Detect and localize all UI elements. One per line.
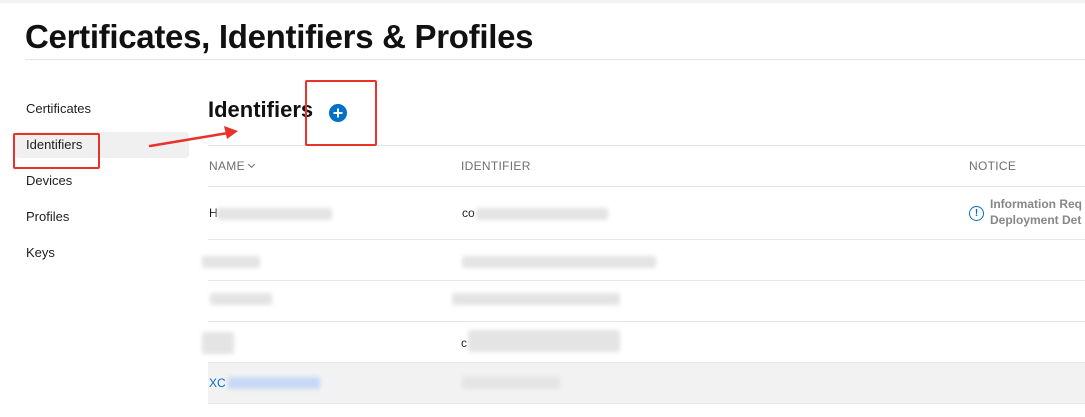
row-identifier: c [461, 336, 467, 350]
table-row[interactable] [208, 281, 1085, 322]
redacted-identifier [462, 377, 560, 389]
column-header-name[interactable]: NAME [209, 159, 255, 173]
annotation-box-add-button [305, 80, 377, 146]
redacted-name [228, 377, 320, 389]
notice-line2: Deployment Det [990, 213, 1082, 227]
sidebar-item-label: Profiles [26, 209, 70, 224]
annotation-box-identifiers [13, 133, 100, 169]
redacted-name [210, 293, 272, 305]
table-row[interactable]: c [202, 322, 1085, 363]
top-divider [0, 0, 1085, 3]
page-title: Certificates, Identifiers & Profiles [25, 18, 534, 55]
column-header-identifier: IDENTIFIER [461, 159, 531, 173]
table-row[interactable]: XC [208, 363, 1085, 404]
sidebar-item-label: Keys [26, 245, 55, 260]
sidebar-item-label: Certificates [26, 101, 92, 116]
title-divider [25, 59, 1085, 60]
row-identifier: co [462, 206, 475, 220]
sidebar-item-profiles[interactable]: Profiles [15, 204, 189, 230]
column-header-name-label: NAME [209, 159, 245, 173]
redacted-name [217, 208, 332, 220]
redacted-identifier [452, 293, 620, 305]
table-row[interactable]: H co ! Information Req Deployment Det [208, 187, 1085, 240]
chevron-down-icon [247, 160, 255, 169]
column-header-notice: NOTICE [969, 159, 1017, 173]
redacted-identifier [462, 256, 656, 268]
redacted-name [202, 256, 260, 268]
info-icon: ! [969, 206, 984, 221]
sidebar-item-certificates[interactable]: Certificates [15, 96, 189, 122]
sidebar-item-label: Devices [26, 173, 73, 188]
row-name-link[interactable]: XC [209, 376, 226, 390]
notice-line1: Information Req [990, 197, 1082, 211]
redacted-identifier [476, 208, 608, 220]
sidebar-item-devices[interactable]: Devices [15, 168, 189, 194]
redacted-name [202, 332, 234, 354]
sidebar-item-keys[interactable]: Keys [15, 240, 189, 266]
table-row[interactable] [202, 240, 1085, 281]
redacted-identifier [468, 330, 620, 352]
annotation-arrow-icon [148, 126, 238, 148]
